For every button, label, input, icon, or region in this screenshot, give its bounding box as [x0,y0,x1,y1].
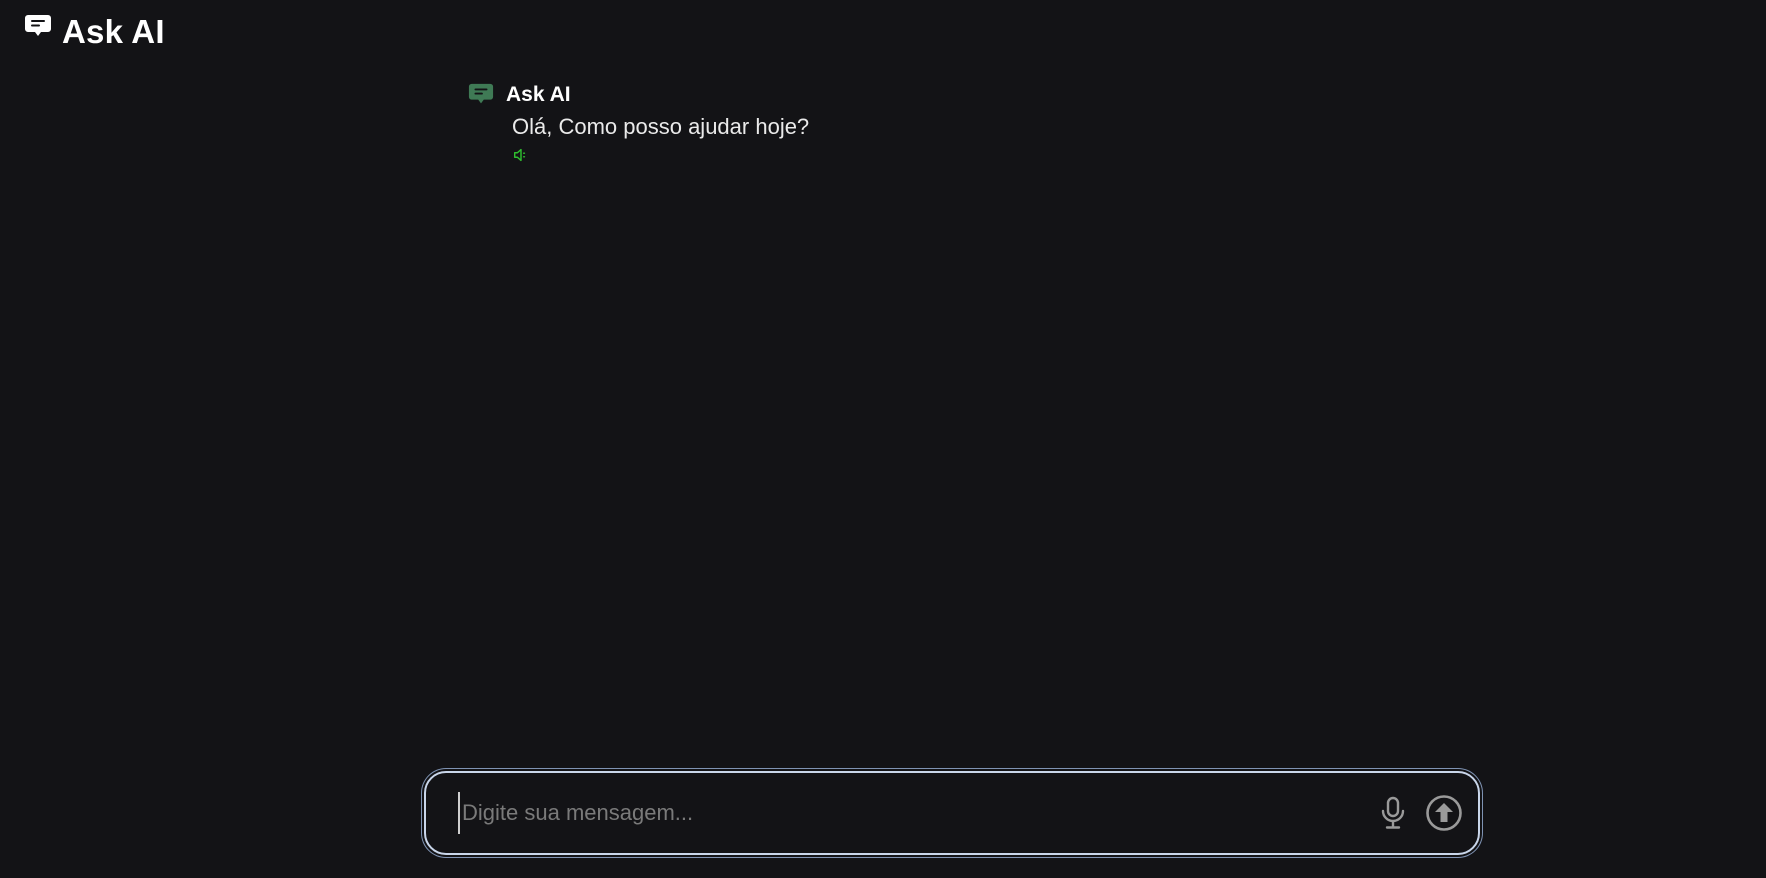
app-header: Ask AI [24,10,165,54]
message-sender: Ask AI [506,83,571,106]
chat-bubble-icon [24,13,52,41]
arrow-up-circle-icon[interactable] [1424,793,1464,833]
message-header: Ask AI [468,82,1368,108]
app-title: Ask AI [62,13,165,50]
chat-bubble-icon [468,82,494,108]
message-text: Olá, Como posso ajudar hoje? [512,114,810,139]
message-input[interactable] [458,792,1362,834]
speaker-icon[interactable] [512,146,532,166]
assistant-message: Ask AI Olá, Como posso ajudar hoje? [468,82,1368,169]
message-composer [424,771,1480,855]
microphone-icon[interactable] [1376,793,1410,833]
chat-app: Ask AI Ask AI Olá, Como posso ajudar hoj… [0,0,1766,878]
